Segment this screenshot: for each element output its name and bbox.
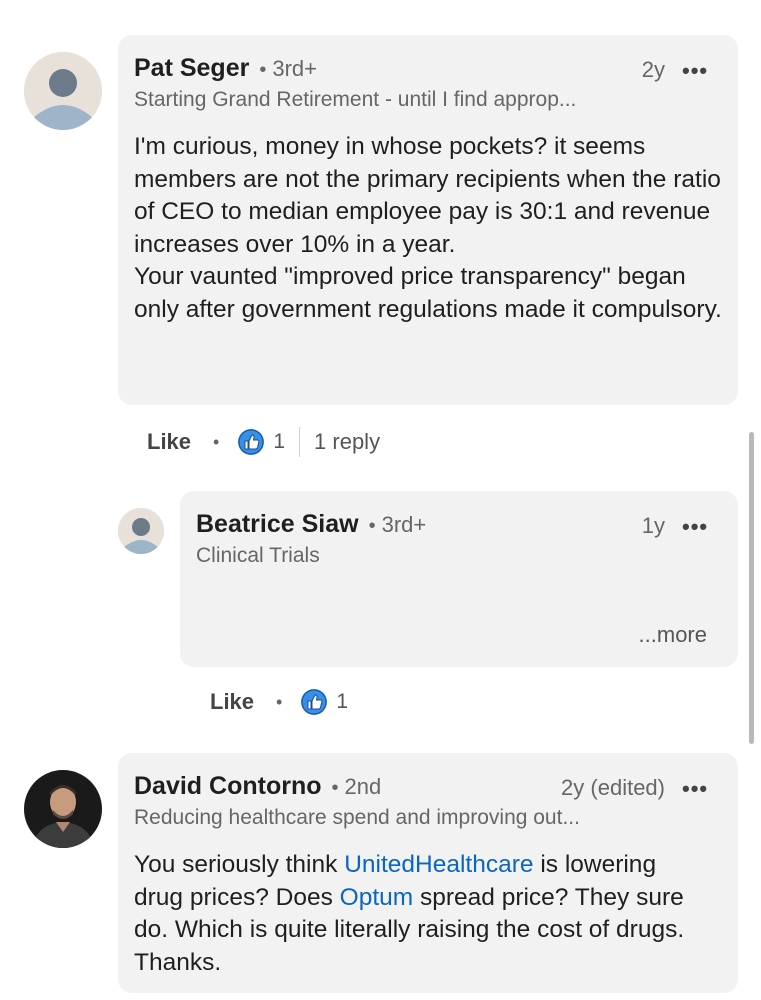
separator-dot: • [331, 777, 339, 799]
comment-time: 2y (edited) [561, 775, 665, 800]
separator-dot: • [259, 59, 267, 81]
default-avatar-icon [118, 508, 164, 554]
reply-header: Beatrice Siaw • 3rd+ [196, 510, 426, 539]
author-name[interactable]: Beatrice Siaw [196, 510, 359, 539]
separator-dot: • [276, 691, 283, 712]
company-mention-link[interactable]: Optum [340, 884, 414, 911]
overflow-menu-icon[interactable]: ••• [682, 776, 708, 802]
comment-text: You seriously think UnitedHealthcare is … [134, 849, 694, 979]
avatar[interactable] [118, 508, 164, 554]
overflow-menu-icon[interactable]: ••• [682, 58, 708, 84]
comment-paragraph: I'm curious, money in whose pockets? it … [134, 133, 721, 258]
avatar[interactable] [24, 770, 102, 848]
like-button[interactable]: Like [147, 429, 191, 455]
author-name[interactable]: David Contorno [134, 772, 322, 801]
connection-degree: 3rd+ [381, 512, 427, 537]
company-mention-link[interactable]: UnitedHealthcare [344, 851, 533, 878]
profile-photo-icon [24, 770, 102, 848]
comment-header: David Contorno • 2nd [134, 772, 381, 801]
author-headline: Reducing healthcare spend and improving … [134, 806, 580, 829]
avatar[interactable] [24, 52, 102, 130]
divider [299, 427, 301, 457]
comment-text-segment: You seriously think [134, 851, 345, 878]
scrollbar[interactable] [749, 432, 754, 744]
author-name[interactable]: Pat Seger [134, 54, 249, 83]
connection-degree: 3rd+ [272, 56, 318, 81]
comment-text: I'm curious, money in whose pockets? it … [134, 131, 730, 326]
comment-time: 1y [641, 513, 665, 538]
default-avatar-icon [24, 52, 102, 130]
like-button[interactable]: Like [210, 689, 254, 715]
thumbs-up-reaction-icon[interactable] [237, 428, 265, 456]
reply-count-link[interactable]: 1 reply [314, 429, 380, 455]
comment-actions: Like • 1 1 reply [147, 427, 380, 457]
comment-time: 2y [641, 57, 665, 82]
see-more-link[interactable]: ...more [639, 622, 707, 648]
connection-degree: 2nd [344, 774, 382, 799]
overflow-menu-icon[interactable]: ••• [682, 514, 708, 540]
author-headline: Clinical Trials [196, 544, 320, 567]
separator-dot: • [368, 515, 376, 537]
comment-header: Pat Seger • 3rd+ [134, 54, 317, 83]
reply-actions: Like • 1 [210, 688, 348, 716]
reaction-count[interactable]: 1 [273, 430, 285, 454]
author-headline: Starting Grand Retirement - until I find… [134, 88, 577, 111]
separator-dot: • [213, 431, 220, 452]
thumbs-up-reaction-icon[interactable] [300, 688, 328, 716]
reaction-count[interactable]: 1 [336, 690, 348, 714]
comment-paragraph: Your vaunted "improved price transparenc… [134, 263, 722, 323]
